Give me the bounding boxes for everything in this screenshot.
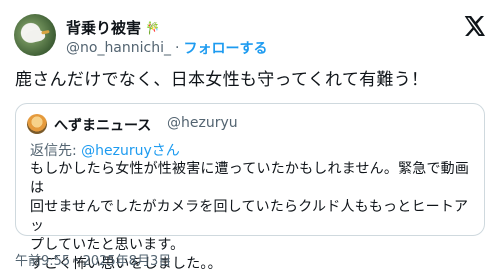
separator-dot: · — [175, 40, 180, 56]
reply-context: 返信先: @hezuruyさん — [30, 140, 180, 160]
name-emoji-icon: 🎋 — [145, 20, 160, 35]
follow-button[interactable]: フォローする — [183, 38, 267, 58]
quoted-text-line: もしかしたら女性が性被害に遭っていたかもしれません。緊急で動画は — [30, 161, 470, 196]
x-logo-icon[interactable] — [462, 14, 486, 38]
author-avatar[interactable] — [14, 14, 56, 56]
author-handle-row: @no_hannichi_ · フォローする — [66, 38, 267, 58]
reply-prefix: 返信先: — [30, 143, 82, 159]
author-display-name[interactable]: 背乗り被害 — [66, 17, 141, 38]
avatar-bird-graphic — [23, 28, 47, 44]
tweet-timestamp[interactable]: 午前9:55 · 2025年8月3日 — [15, 250, 171, 269]
quoted-display-name: へずまニュース — [54, 118, 152, 134]
author-name-row: 背乗り被害 🎋 — [66, 17, 160, 38]
tweet-text: 鹿さんだけでなく、日本女性も守ってくれて有難う！ — [15, 70, 429, 90]
quoted-handle: @hezuryu — [167, 115, 238, 131]
quoted-tweet-card[interactable]: へずまニュース @hezuryu 返信先: @hezuruyさん もしかしたら女… — [15, 103, 485, 272]
reply-mention-link[interactable]: @hezuruyさん — [81, 143, 180, 159]
quoted-user-avatar — [27, 114, 47, 134]
quoted-text-line: 回せませんでしたがカメラを回していたらクルド人ももっとヒートアッ — [30, 199, 469, 234]
author-handle[interactable]: @no_hannichi_ — [66, 40, 171, 56]
